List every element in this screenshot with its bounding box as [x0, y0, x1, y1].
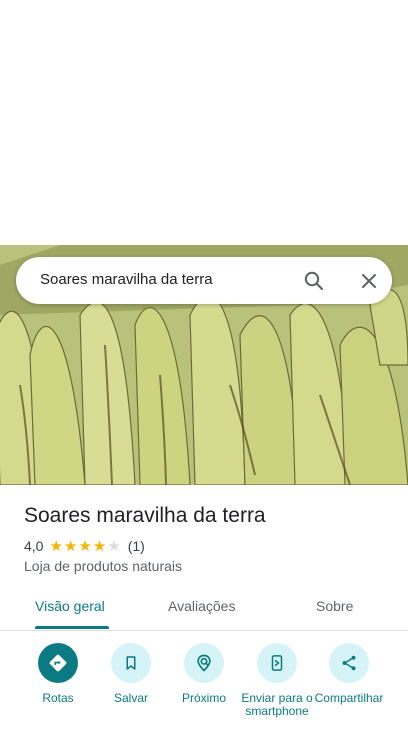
star-rating: ★ ★ ★ ★ ★	[49, 539, 121, 554]
star-filled-icon: ★	[78, 537, 92, 555]
send-to-phone-label: Enviar para o smartphone	[241, 691, 313, 718]
review-count[interactable]: (1)	[128, 538, 145, 554]
place-category: Loja de produtos naturais	[24, 558, 182, 574]
send-to-phone-button[interactable]: Enviar para o smartphone	[237, 643, 317, 718]
rating-value: 4,0	[24, 538, 44, 554]
send-to-phone-icon[interactable]	[257, 643, 297, 683]
star-empty-icon: ★	[107, 537, 121, 555]
tab-overview[interactable]: Visão geral	[35, 598, 105, 614]
nearby-button[interactable]: Próximo	[164, 643, 244, 705]
rating-row[interactable]: 4,0 ★ ★ ★ ★ ★ (1)	[24, 538, 145, 554]
active-tab-indicator	[35, 626, 109, 629]
directions-icon[interactable]	[38, 643, 78, 683]
place-title: Soares maravilha da terra	[24, 504, 266, 527]
tab-bar: Visão geral Avaliações Sobre	[0, 590, 408, 631]
share-icon[interactable]	[329, 643, 369, 683]
search-icon[interactable]	[302, 269, 326, 293]
nearby-label: Próximo	[181, 691, 226, 705]
bookmark-icon[interactable]	[111, 643, 151, 683]
save-button[interactable]: Salvar	[91, 643, 171, 705]
nearby-icon[interactable]	[184, 643, 224, 683]
star-filled-icon: ★	[49, 537, 63, 555]
action-bar: Rotas Salvar Próximo Enviar para o smart…	[0, 643, 408, 730]
directions-label: Rotas	[42, 691, 74, 705]
save-label: Salvar	[113, 691, 148, 705]
share-button[interactable]: Compartilhar	[309, 643, 389, 705]
directions-button[interactable]: Rotas	[18, 643, 98, 705]
tab-reviews[interactable]: Avaliações	[168, 598, 235, 614]
close-icon[interactable]	[357, 269, 381, 293]
star-filled-icon: ★	[92, 537, 107, 555]
star-filled-icon: ★	[63, 537, 78, 555]
tab-about[interactable]: Sobre	[316, 598, 353, 614]
share-label: Compartilhar	[314, 691, 384, 705]
search-bar[interactable]: Soares maravilha da terra	[16, 257, 392, 304]
search-query[interactable]: Soares maravilha da terra	[40, 271, 213, 288]
